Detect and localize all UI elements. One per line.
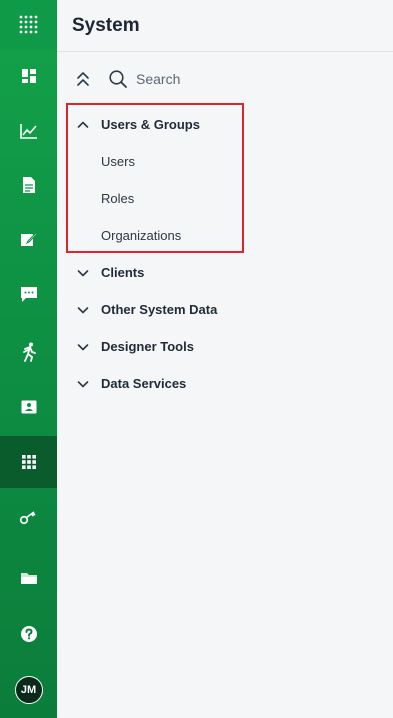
left-nav-rail: JM xyxy=(0,0,57,718)
search-bar xyxy=(57,52,393,106)
chart-icon xyxy=(19,124,37,139)
nav-dashboard[interactable] xyxy=(0,50,57,102)
contact-card-icon xyxy=(21,400,36,414)
user-menu-button[interactable]: JM xyxy=(0,664,57,716)
apps-grid-button[interactable] xyxy=(0,0,57,50)
nav-files[interactable] xyxy=(0,552,57,604)
tree-group-label: Users & Groups xyxy=(101,117,200,132)
search-icon xyxy=(109,70,127,88)
nav-analytics[interactable] xyxy=(0,105,57,157)
nav-help[interactable] xyxy=(0,608,57,660)
edit-icon xyxy=(20,232,38,246)
page-title: System xyxy=(72,14,140,36)
collapse-all-button[interactable] xyxy=(73,69,93,89)
chevron-down-icon xyxy=(77,380,89,387)
folder-icon xyxy=(20,573,37,584)
panel-header: System xyxy=(57,0,393,52)
tree-group-label: Other System Data xyxy=(101,302,218,317)
tree-group-clients[interactable]: Clients xyxy=(57,254,393,291)
document-icon xyxy=(22,177,35,193)
tree-group-designer-tools[interactable]: Designer Tools xyxy=(57,328,393,365)
nav-messages[interactable] xyxy=(0,268,57,320)
tree-group-label: Data Services xyxy=(101,376,187,391)
tree-group-data-services[interactable]: Data Services xyxy=(57,365,393,402)
chevron-down-icon xyxy=(77,306,89,313)
tree-group-users-groups[interactable]: Users & Groups xyxy=(57,106,393,143)
help-icon xyxy=(20,626,37,642)
system-tree: Users & Groups Users Roles Organizations… xyxy=(57,103,393,402)
tree-item-roles[interactable]: Roles xyxy=(57,180,393,217)
apps-grid-icon xyxy=(19,15,37,34)
chevron-down-icon xyxy=(77,269,89,276)
tree-group-label: Clients xyxy=(101,265,145,280)
nav-keys[interactable] xyxy=(0,492,57,544)
avatar: JM xyxy=(14,676,43,704)
collapse-all-icon xyxy=(77,72,89,86)
system-panel: System Users & Groups Users Roles Organi… xyxy=(57,0,393,718)
system-grid-icon xyxy=(21,455,36,469)
search-input[interactable] xyxy=(136,71,336,87)
run-icon xyxy=(22,342,36,362)
tree-group-label: Designer Tools xyxy=(101,339,194,354)
tree-item-organizations[interactable]: Organizations xyxy=(57,217,393,254)
key-icon xyxy=(19,511,36,525)
tree-item-users[interactable]: Users xyxy=(57,143,393,180)
chat-icon xyxy=(20,287,37,302)
nav-activity[interactable] xyxy=(0,326,57,378)
nav-edit[interactable] xyxy=(0,213,57,265)
dashboard-icon xyxy=(21,69,36,83)
nav-contacts[interactable] xyxy=(0,381,57,433)
nav-documents[interactable] xyxy=(0,159,57,211)
nav-system[interactable] xyxy=(0,436,57,488)
chevron-up-icon xyxy=(77,121,89,128)
tree-group-other-system-data[interactable]: Other System Data xyxy=(57,291,393,328)
chevron-down-icon xyxy=(77,343,89,350)
